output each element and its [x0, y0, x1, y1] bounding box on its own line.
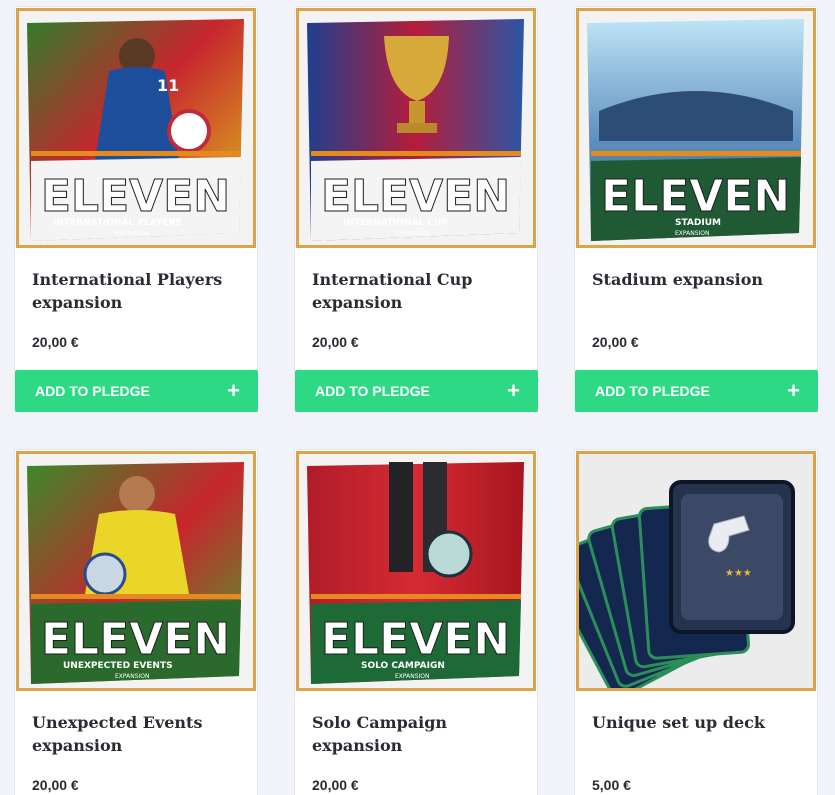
box-subtitle: UNEXPECTED EVENTS [63, 661, 173, 671]
svg-text:11: 11 [157, 76, 179, 95]
add-to-pledge-button[interactable]: ADD TO PLEDGE + [295, 370, 538, 412]
add-to-pledge-button[interactable]: ADD TO PLEDGE + [15, 370, 258, 412]
product-title[interactable]: Unique set up deck [592, 711, 807, 734]
product-image[interactable]: 11 ELEVEN INTERNATIONAL PLAYERS EXPANSIO… [16, 8, 256, 248]
product-title[interactable]: Stadium expansion [592, 268, 807, 291]
box-logo: ELEVEN [601, 171, 790, 222]
plus-icon: + [507, 378, 520, 403]
product-title[interactable]: International Players expansion [32, 268, 247, 314]
svg-text:★★★: ★★★ [725, 568, 752, 579]
box-subtitle: INTERNATIONAL CUP [343, 218, 448, 228]
product-price: 20,00 € [312, 777, 359, 793]
add-to-pledge-label: ADD TO PLEDGE [35, 383, 150, 399]
box-subtitle: STADIUM [675, 218, 721, 228]
product-card[interactable]: ★★★ Unique set up deck 5,00 € [574, 449, 818, 795]
product-image[interactable]: ELEVEN STADIUM EXPANSION [576, 8, 816, 248]
add-to-pledge-label: ADD TO PLEDGE [595, 383, 710, 399]
box-tag: EXPANSION [395, 673, 430, 680]
product-image[interactable]: ★★★ [576, 451, 816, 691]
product-title[interactable]: Unexpected Events expansion [32, 711, 247, 757]
box-subtitle: SOLO CAMPAIGN [361, 661, 445, 671]
box-tag: EXPANSION [675, 230, 710, 237]
add-to-pledge-button[interactable]: ADD TO PLEDGE + [575, 370, 818, 412]
product-image[interactable]: ELEVEN UNEXPECTED EVENTS EXPANSION [16, 451, 256, 691]
product-card[interactable]: ELEVEN STADIUM EXPANSION Stadium expansi… [574, 6, 818, 412]
box-subtitle: INTERNATIONAL PLAYERS [53, 218, 182, 228]
box-logo: ELEVEN [321, 614, 510, 665]
product-card[interactable]: ELEVEN SOLO CAMPAIGN EXPANSION Solo Camp… [294, 449, 538, 795]
product-price: 20,00 € [312, 334, 359, 350]
box-logo: ELEVEN [41, 171, 230, 222]
product-price: 20,00 € [32, 777, 79, 793]
box-logo: ELEVEN [41, 614, 230, 665]
product-price: 20,00 € [32, 334, 79, 350]
box-logo: ELEVEN [321, 171, 510, 222]
box-tag: EXPANSION [115, 230, 150, 237]
product-card[interactable]: 11 ELEVEN INTERNATIONAL PLAYERS EXPANSIO… [14, 6, 258, 412]
product-title[interactable]: International Cup expansion [312, 268, 527, 314]
box-tag: EXPANSION [395, 230, 430, 237]
plus-icon: + [787, 378, 800, 403]
box-tag: EXPANSION [115, 673, 150, 680]
product-price: 20,00 € [592, 334, 639, 350]
plus-icon: + [227, 378, 240, 403]
product-card[interactable]: ELEVEN INTERNATIONAL CUP EXPANSION Inter… [294, 6, 538, 412]
product-image[interactable]: ELEVEN SOLO CAMPAIGN EXPANSION [296, 451, 536, 691]
product-card[interactable]: ELEVEN UNEXPECTED EVENTS EXPANSION Unexp… [14, 449, 258, 795]
add-to-pledge-label: ADD TO PLEDGE [315, 383, 430, 399]
product-price: 5,00 € [592, 777, 631, 793]
product-title[interactable]: Solo Campaign expansion [312, 711, 527, 757]
product-image[interactable]: ELEVEN INTERNATIONAL CUP EXPANSION [296, 8, 536, 248]
